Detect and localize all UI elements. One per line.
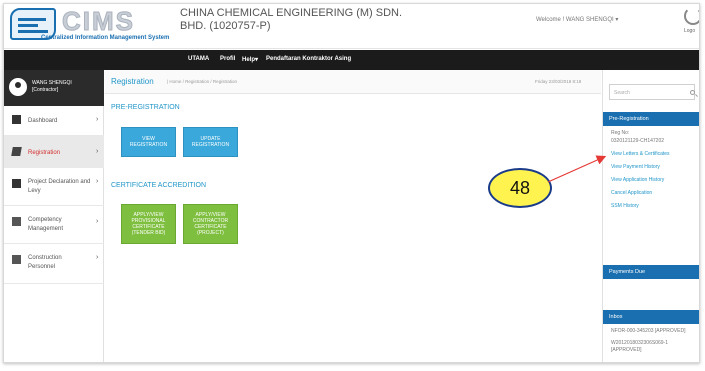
user-menu[interactable]: Welcome ! WANG SHENGQI ▾ xyxy=(536,16,618,23)
search-input[interactable]: Search xyxy=(609,84,695,100)
page-title: Registration xyxy=(111,77,154,86)
logo-text: CIMS xyxy=(62,6,135,37)
company-name: CHINA CHEMICAL ENGINEERING (M) SDN. BHD.… xyxy=(180,7,403,32)
pre-registration-panel-header: Pre-Registration xyxy=(603,112,699,126)
user-name: WANG SHENGQI xyxy=(32,80,72,86)
chevron-right-icon: › xyxy=(96,254,99,261)
personnel-icon xyxy=(12,255,21,264)
chevron-right-icon: › xyxy=(96,218,99,225)
chevron-right-icon: › xyxy=(96,178,99,185)
search-icon[interactable] xyxy=(690,90,695,95)
power-icon[interactable] xyxy=(684,7,699,25)
chevron-right-icon: › xyxy=(96,148,99,155)
annotation-callout: 48 xyxy=(488,168,552,208)
main-content: Registration | Home / Registration / Reg… xyxy=(105,70,601,362)
inbox-item[interactable]: W2012018032306S069-1 [APPROVED] xyxy=(611,340,699,354)
breadcrumb-bar: Registration | Home / Registration / Reg… xyxy=(105,70,601,94)
view-payment-history-link[interactable]: View Payment History xyxy=(611,164,660,170)
competency-icon xyxy=(12,217,21,226)
nav-pendaftaran[interactable]: Pendaftaran Kontraktor Asing xyxy=(266,56,351,62)
sidebar-item-competency[interactable]: Competency Management › xyxy=(4,206,104,244)
chevron-right-icon: › xyxy=(96,116,99,123)
nav-utama[interactable]: UTAMA xyxy=(188,56,209,62)
avatar xyxy=(9,78,27,96)
reg-no-label: Reg No: xyxy=(611,130,630,136)
view-application-history-link[interactable]: View Application History xyxy=(611,177,664,183)
dashboard-icon xyxy=(12,115,21,124)
reg-no-value: 0320121129-CH147202 xyxy=(611,138,665,144)
sidebar-item-label: Registration xyxy=(28,150,61,156)
apply-provisional-certificate-button[interactable]: APPLY/VIEW PROVISIONAL CERTIFICATE (TEND… xyxy=(121,204,176,244)
logout-label[interactable]: Logo xyxy=(684,28,695,34)
nav-profil[interactable]: Profil xyxy=(220,56,235,62)
app-window: CIMS Centralized Information Management … xyxy=(3,3,700,363)
search-placeholder: Search xyxy=(614,90,630,96)
project-icon xyxy=(12,179,21,188)
inbox-item[interactable]: NFOR-000-345203 [APPROVED] xyxy=(611,328,685,335)
sidebar-item-project-declaration[interactable]: Project Declaration and Levy › xyxy=(4,168,104,206)
payments-due-header: Payments Due xyxy=(603,265,699,279)
sidebar-item-dashboard[interactable]: Dashboard › xyxy=(4,106,104,136)
sidebar-item-label: Project Declaration and Levy xyxy=(28,179,91,194)
certificate-accreditation-heading: CERTIFICATE ACCREDITION xyxy=(111,182,207,189)
sidebar-item-label: Dashboard xyxy=(28,118,58,124)
cims-logo[interactable]: CIMS Centralized Information Management … xyxy=(10,6,169,44)
user-profile: WANG SHENGQI [Contractor] xyxy=(4,70,104,106)
top-header: CIMS Centralized Information Management … xyxy=(4,4,699,49)
sidebar-item-construction-personnel[interactable]: Construction Personnel › xyxy=(4,244,104,284)
update-registration-button[interactable]: UPDATE REGISTRATION xyxy=(183,127,238,157)
ssm-history-link[interactable]: SSM History xyxy=(611,203,639,209)
view-letters-link[interactable]: View Letters & Certificates xyxy=(611,151,670,157)
cancel-application-link[interactable]: Cancel Application xyxy=(611,190,652,196)
sidebar-item-label: Competency Management xyxy=(28,217,64,232)
apply-contractor-certificate-button[interactable]: APPLY/VIEW CONTRACTOR CERTIFICATE (PROJE… xyxy=(183,204,238,244)
inbox-header: Inbox xyxy=(603,310,699,324)
sidebar-item-registration[interactable]: Registration › xyxy=(4,136,104,168)
view-registration-button[interactable]: VIEW REGISTRATION xyxy=(121,127,176,157)
registration-icon xyxy=(11,147,22,156)
breadcrumb[interactable]: | Home / Registration / Registration xyxy=(167,79,237,84)
sidebar-item-label: Construction Personnel xyxy=(28,255,62,270)
main-navbar: UTAMA Profil Help▾ Pendaftaran Kontrakto… xyxy=(4,50,699,70)
date-display: Friday 23/03/2018 8:18 xyxy=(535,79,582,84)
logo-subtitle: Centralized Information Management Syste… xyxy=(41,35,170,41)
pre-registration-heading: PRE-REGISTRATION xyxy=(111,104,180,111)
sidebar: WANG SHENGQI [Contractor] Dashboard › Re… xyxy=(4,70,104,362)
user-role: [Contractor] xyxy=(32,87,59,93)
right-panel: Search Pre-Registration Reg No: 03201211… xyxy=(602,70,699,362)
nav-help[interactable]: Help▾ xyxy=(242,56,258,63)
